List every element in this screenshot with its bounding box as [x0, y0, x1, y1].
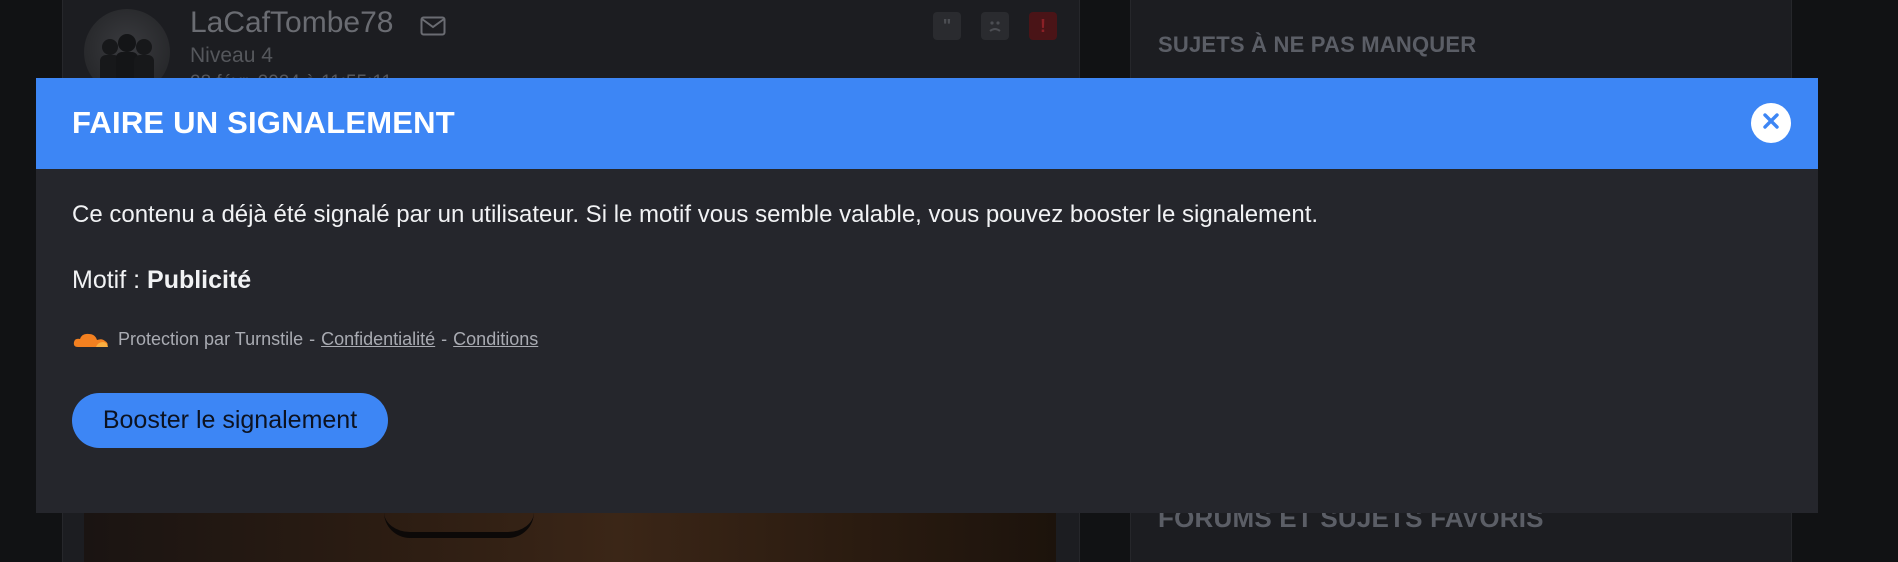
sidebar-section-title: SUJETS À NE PAS MANQUER: [1158, 32, 1477, 57]
separator: -: [441, 329, 448, 349]
motif-value: Publicité: [147, 266, 252, 294]
mail-icon[interactable]: [420, 16, 446, 41]
post-image: [84, 512, 1056, 562]
terms-link[interactable]: Conditions: [453, 329, 538, 350]
motif-line: Motif : Publicité: [72, 266, 251, 295]
report-modal: FAIRE UN SIGNALEMENT Ce contenu a déjà é…: [36, 78, 1818, 513]
turnstile-notice: Protection par Turnstile - Confidentiali…: [72, 329, 538, 350]
separator: -: [309, 329, 316, 349]
modal-header: FAIRE UN SIGNALEMENT: [36, 78, 1818, 169]
privacy-link[interactable]: Confidentialité: [321, 329, 435, 350]
modal-title: FAIRE UN SIGNALEMENT: [72, 105, 455, 140]
turnstile-text: Protection par Turnstile: [118, 329, 304, 349]
quote-icon[interactable]: ": [933, 12, 961, 40]
post-level: Niveau 4: [190, 44, 273, 67]
boost-report-button[interactable]: Booster le signalement: [72, 393, 388, 448]
motif-label: Motif :: [72, 266, 148, 294]
info-text: Ce contenu a déjà été signalé par un uti…: [72, 201, 1319, 228]
post-username[interactable]: LaCafTombe78: [190, 6, 393, 40]
close-icon: [1761, 111, 1781, 136]
report-icon[interactable]: !: [1029, 12, 1057, 40]
close-button[interactable]: [1751, 103, 1791, 143]
cloudflare-icon: [72, 331, 110, 349]
sad-face-icon[interactable]: [981, 12, 1009, 40]
